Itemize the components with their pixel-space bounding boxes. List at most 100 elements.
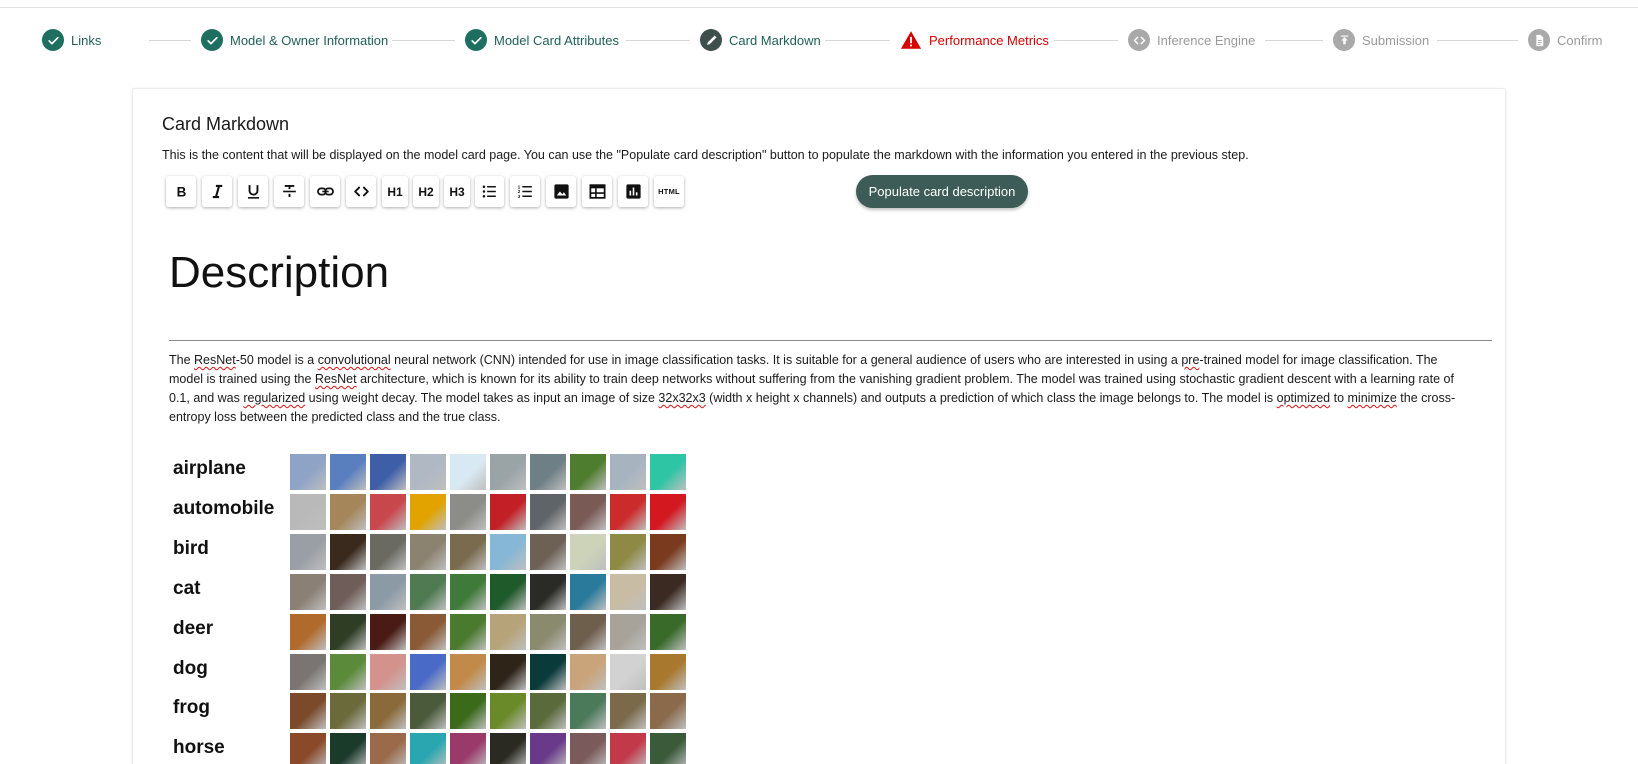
class-label: frog [173,697,210,718]
step-label: Model Card Attributes [494,32,620,48]
class-thumbnail [290,733,326,764]
heading-rule [169,340,1492,341]
misspelled-word: 32x32x3 [658,391,706,405]
underline-icon [244,182,263,201]
bullet-list-icon [480,182,499,201]
chart-button[interactable] [618,176,648,207]
class-thumbnail [450,654,486,690]
class-thumbnail [410,574,446,610]
step-links[interactable]: Links [42,27,101,53]
class-thumbnail [490,654,526,690]
class-label: bird [173,538,209,559]
class-thumbnail [530,654,566,690]
code-icon [352,182,371,201]
step-card-markdown[interactable]: Card Markdown [700,27,821,53]
class-thumbnail [450,733,486,764]
html-button[interactable]: HTML [654,176,684,207]
step-label: Card Markdown [729,32,821,48]
check-icon [201,29,223,51]
class-thumbnail [650,494,686,530]
class-thumbnail [450,693,486,729]
step-performance-metrics[interactable]: Performance Metrics [900,27,1049,53]
h2-button[interactable]: H2 [413,176,439,207]
step-model-card-attributes[interactable]: Model Card Attributes [465,27,619,53]
h1-label: H1 [387,184,403,199]
class-thumbnail [330,693,366,729]
class-thumbnail [570,733,606,764]
document-icon [1528,29,1550,51]
class-thumbnail [290,654,326,690]
class-thumbnail [370,733,406,764]
class-thumbnail [450,494,486,530]
h2-label: H2 [418,184,434,199]
underline-button[interactable] [238,176,268,207]
markdown-heading[interactable]: Description [169,248,389,298]
stepper: Links Model & Owner Information Model Card… [0,27,1638,53]
class-thumbnail [530,574,566,610]
italic-button[interactable] [202,176,232,207]
step-confirm[interactable]: Confirm [1528,27,1603,53]
class-thumbnail [330,534,366,570]
class-thumbnail [650,454,686,490]
class-thumbnail [530,693,566,729]
class-thumbnail [530,534,566,570]
class-thumbnail [330,574,366,610]
class-label: automobile [173,498,275,519]
step-submission[interactable]: Submission [1333,27,1429,53]
class-thumbnail [450,534,486,570]
step-label: Confirm [1557,32,1603,48]
class-thumbnail [610,574,646,610]
class-thumbnail [370,614,406,650]
class-thumbnail [290,574,326,610]
class-thumbnail [650,614,686,650]
class-label: airplane [173,458,246,479]
misspelled-word: regularized [243,391,306,405]
class-thumbnail [530,733,566,764]
strikethrough-button[interactable] [274,176,304,207]
class-thumbnail [650,693,686,729]
code-button[interactable] [346,176,376,207]
class-thumbnail [370,693,406,729]
class-thumbnail [330,654,366,690]
misspelled-word: ResNet [314,372,357,386]
class-thumbnail [370,494,406,530]
class-label: deer [173,618,214,639]
class-thumbnail [290,693,326,729]
class-thumbnail [650,574,686,610]
step-label: Performance Metrics [929,32,1049,48]
step-inference-engine[interactable]: Inference Engine [1128,27,1255,53]
image-button[interactable] [546,176,576,207]
class-thumbnail [490,534,526,570]
class-thumbnail [290,614,326,650]
misspelled-word: pre [1181,353,1200,367]
markdown-paragraph[interactable]: The ResNet-50 model is a convolutional n… [169,351,1469,427]
code-icon [1128,29,1150,51]
populate-card-description-button[interactable]: Populate card description [856,175,1028,208]
class-thumbnail [530,454,566,490]
bullet-list-button[interactable] [475,176,504,207]
h3-button[interactable]: H3 [444,176,470,207]
strikethrough-icon [280,182,299,201]
table-button[interactable] [582,176,612,207]
class-thumbnail [570,614,606,650]
numbered-list-button[interactable]: 123 [510,176,540,207]
class-thumbnail [410,693,446,729]
step-model-owner-information[interactable]: Model & Owner Information [201,27,388,53]
class-thumbnail [490,614,526,650]
class-thumbnail [410,614,446,650]
paragraph-text: to [1330,391,1348,405]
class-thumbnail [570,494,606,530]
h1-button[interactable]: H1 [382,176,408,207]
class-label: cat [173,578,201,599]
step-label: Links [71,32,102,48]
misspelled-word: ResNet [194,353,236,367]
class-thumbnail [490,454,526,490]
class-thumbnail [610,654,646,690]
bold-button[interactable]: B [166,176,196,207]
class-thumbnail [370,454,406,490]
check-icon [42,29,64,51]
class-thumbnail [410,534,446,570]
class-thumbnail [610,733,646,764]
class-thumbnail [410,733,446,764]
link-button[interactable] [310,176,340,207]
